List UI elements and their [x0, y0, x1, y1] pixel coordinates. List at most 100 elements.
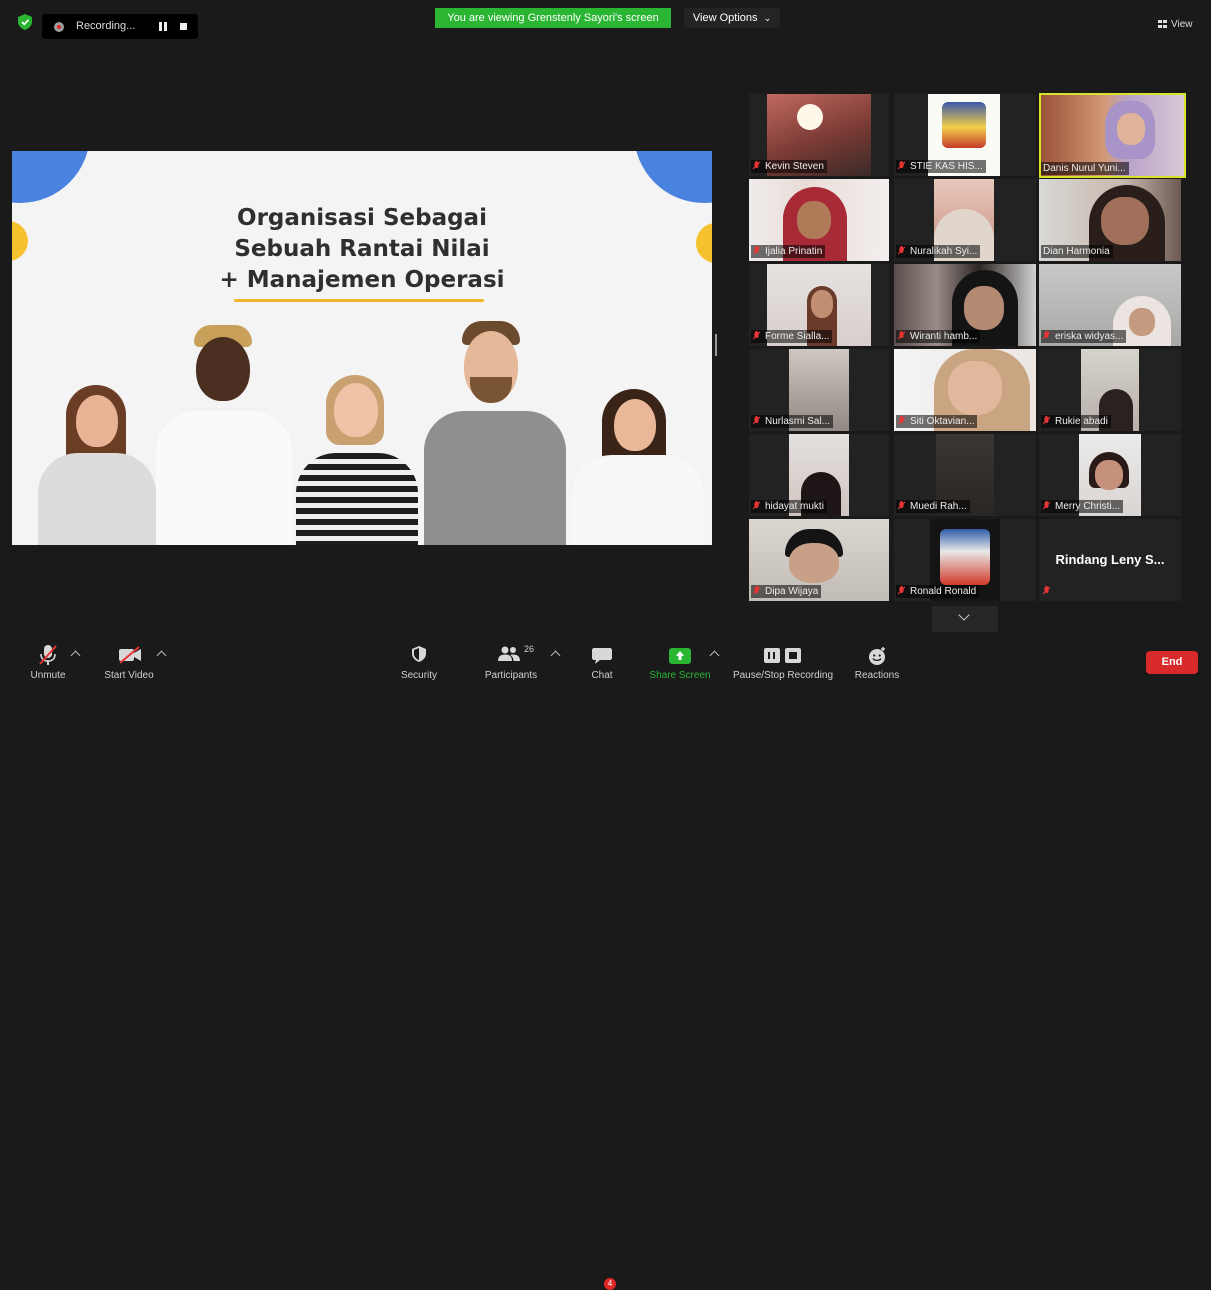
- participant-tile[interactable]: Wiranti hamb...: [894, 264, 1036, 346]
- shared-screen-slide: Organisasi Sebagai Sebuah Rantai Nilai +…: [12, 151, 712, 545]
- blue-corner-shape: [634, 151, 712, 203]
- participant-name: Muedi Rah...: [896, 500, 970, 513]
- muted-microphone-icon: [39, 645, 57, 665]
- muted-mic-icon: [753, 161, 760, 170]
- person-figure: [32, 385, 162, 545]
- person-figure: [292, 375, 422, 545]
- participant-tile[interactable]: Ronald Ronald: [894, 519, 1036, 601]
- view-options-label: View Options: [692, 12, 758, 24]
- stop-recording-icon[interactable]: [180, 23, 187, 30]
- unmute-button[interactable]: Unmute: [22, 640, 74, 681]
- person-figure: [154, 325, 294, 545]
- title-underline: [234, 299, 484, 302]
- panel-resize-handle[interactable]: [715, 334, 717, 356]
- muted-mic-icon: [898, 501, 905, 510]
- participant-name: Ronald Ronald: [896, 585, 980, 598]
- muted-mic-icon: [898, 586, 905, 595]
- recording-indicator: Recording...: [42, 14, 198, 39]
- view-layout-button[interactable]: View: [1158, 19, 1193, 30]
- participants-icon: [498, 646, 520, 661]
- stop-icon: [785, 648, 801, 663]
- participant-tile-no-video[interactable]: Rindang Leny S...: [1039, 519, 1181, 601]
- participant-name: Forme Sialla...: [751, 330, 833, 343]
- security-button[interactable]: Security: [396, 640, 442, 681]
- participant-display-name: Rindang Leny S...: [1055, 552, 1165, 567]
- participant-tile[interactable]: Muedi Rah...: [894, 434, 1036, 516]
- meeting-controls-toolbar: Unmute Start Video Security 26 Participa…: [0, 638, 1211, 1290]
- recording-label: Recording...: [76, 20, 136, 32]
- participant-tile[interactable]: Forme Sialla...: [749, 264, 889, 346]
- pause-stop-recording-label: Pause/Stop Recording: [732, 670, 834, 681]
- share-screen-button[interactable]: Share Screen: [648, 640, 712, 681]
- view-options-button[interactable]: View Options ⌄: [684, 8, 780, 28]
- muted-mic-icon: [753, 586, 760, 595]
- participant-name: Wiranti hamb...: [896, 330, 981, 343]
- muted-mic-icon: [898, 416, 905, 425]
- security-shield-icon[interactable]: [18, 14, 32, 30]
- participants-label: Participants: [484, 670, 538, 681]
- person-figure: [568, 389, 708, 545]
- chat-label: Chat: [591, 670, 613, 681]
- person-figure: [420, 321, 570, 545]
- muted-mic-icon: [1043, 416, 1050, 425]
- participant-name: Merry Christi...: [1041, 500, 1123, 513]
- gallery-next-page-button[interactable]: [932, 606, 998, 632]
- participants-count: 26: [524, 644, 535, 654]
- participant-tile[interactable]: hidayat mukti: [749, 434, 889, 516]
- reactions-button[interactable]: Reactions: [852, 640, 902, 681]
- participant-tile[interactable]: Dian Harmonia: [1039, 179, 1181, 261]
- participant-tile[interactable]: Kevin Steven: [749, 94, 889, 176]
- participant-name: Kevin Steven: [751, 160, 827, 173]
- muted-mic-icon: [898, 331, 905, 340]
- pause-stop-recording-button[interactable]: Pause/Stop Recording: [730, 640, 836, 681]
- participant-tile[interactable]: STIE KAS HIS...: [894, 94, 1036, 176]
- participant-name: Nuralikah Syi...: [896, 245, 981, 258]
- participant-tile-active-speaker[interactable]: Danis Nurul Yuni...: [1039, 93, 1186, 178]
- participant-name: [1041, 585, 1058, 598]
- chat-button[interactable]: Chat: [584, 640, 620, 681]
- smiley-reaction-icon: [869, 647, 885, 665]
- participant-tile[interactable]: Merry Christi...: [1039, 434, 1181, 516]
- participant-tile[interactable]: Siti Oktavian...: [894, 349, 1036, 431]
- participant-tile[interactable]: Nurlasmi Sal...: [749, 349, 889, 431]
- participants-button[interactable]: 26 Participants: [480, 640, 542, 681]
- unmute-label: Unmute: [30, 670, 66, 681]
- participant-name: Danis Nurul Yuni...: [1041, 162, 1129, 175]
- muted-mic-icon: [1043, 501, 1050, 510]
- muted-mic-icon: [898, 161, 905, 170]
- participant-name: Dian Harmonia: [1041, 245, 1113, 258]
- viewing-screen-banner: You are viewing Grenstenly Sayori's scre…: [435, 8, 671, 28]
- slide-title-line: + Manajemen Operasi: [219, 267, 505, 293]
- participant-tile[interactable]: Nuralikah Syi...: [894, 179, 1036, 261]
- end-meeting-button[interactable]: End: [1146, 651, 1198, 674]
- view-label: View: [1171, 19, 1193, 30]
- participant-tile[interactable]: Dipa Wijaya: [749, 519, 889, 601]
- muted-mic-icon: [753, 501, 760, 510]
- participant-name: Siti Oktavian...: [896, 415, 978, 428]
- participant-name: STIE KAS HIS...: [896, 160, 986, 173]
- participant-tile[interactable]: Ijalia Prinatin: [749, 179, 889, 261]
- participant-name: Dipa Wijaya: [751, 585, 822, 598]
- muted-mic-icon: [753, 416, 760, 425]
- pause-icon: [764, 648, 780, 663]
- security-shield-icon: [412, 646, 426, 662]
- participant-tile[interactable]: eriska widyas...: [1039, 264, 1181, 346]
- muted-mic-icon: [1043, 331, 1050, 340]
- muted-mic-icon: [898, 246, 905, 255]
- chevron-down-icon: [958, 609, 970, 621]
- pause-recording-icon[interactable]: [159, 22, 167, 31]
- meeting-top-bar: Recording... You are viewing Grenstenly …: [0, 0, 1211, 40]
- chat-bubble-icon: [592, 648, 612, 664]
- chevron-down-icon: ⌄: [763, 13, 772, 23]
- participant-name: Rukie abadi: [1041, 415, 1111, 428]
- video-options-caret-icon[interactable]: [156, 650, 167, 661]
- participant-name: Nurlasmi Sal...: [751, 415, 834, 428]
- blue-corner-shape: [12, 151, 90, 203]
- slide-title: Organisasi Sebagai Sebuah Rantai Nilai +…: [12, 203, 712, 296]
- muted-mic-icon: [1043, 586, 1050, 595]
- participants-options-caret-icon[interactable]: [550, 650, 561, 661]
- participant-tile[interactable]: Rukie abadi: [1039, 349, 1181, 431]
- muted-mic-icon: [753, 331, 760, 340]
- start-video-button[interactable]: Start Video: [100, 640, 158, 681]
- start-video-label: Start Video: [104, 670, 154, 681]
